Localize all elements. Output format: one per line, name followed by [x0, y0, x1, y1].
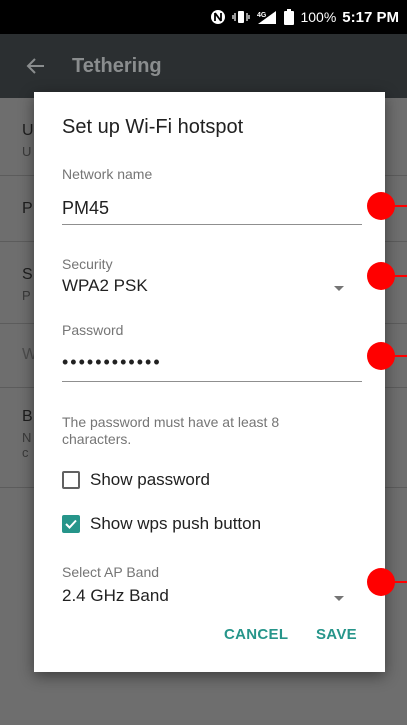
- battery-percent: 100%: [300, 9, 337, 25]
- ap-band-dropdown[interactable]: 2.4 GHz Band: [62, 582, 362, 612]
- show-wps-checkbox[interactable]: [62, 515, 80, 533]
- password-hint: The password must have at least 8 charac…: [62, 414, 280, 447]
- annotation-dot: [367, 342, 395, 370]
- checkmark-icon: [65, 519, 77, 529]
- signal-4g-icon: 4G: [256, 9, 278, 25]
- security-label: Security: [62, 256, 113, 272]
- network-name-input[interactable]: PM45: [62, 198, 109, 219]
- arrow-left-icon[interactable]: [0, 56, 72, 76]
- show-wps-label[interactable]: Show wps push button: [90, 514, 261, 534]
- password-input[interactable]: ••••••••••••: [62, 352, 162, 373]
- network-name-underline: [62, 224, 362, 225]
- security-dropdown[interactable]: WPA2 PSK: [62, 272, 362, 302]
- show-password-label[interactable]: Show password: [90, 470, 210, 490]
- annotation-dot: [367, 192, 395, 220]
- app-bar: Tethering: [0, 34, 407, 98]
- cancel-button[interactable]: CANCEL: [224, 626, 288, 643]
- password-underline: [62, 381, 362, 382]
- annotation-dot: [367, 568, 395, 596]
- battery-icon: [284, 9, 295, 25]
- chevron-down-icon: [334, 596, 344, 601]
- security-value: WPA2 PSK: [62, 276, 148, 295]
- save-button[interactable]: SAVE: [316, 626, 357, 643]
- dialog-title: Set up Wi-Fi hotspot: [62, 116, 244, 138]
- screen: 4G 100% 5:17 PM Tethering U U P S P W B: [0, 0, 407, 725]
- ap-band-label: Select AP Band: [62, 564, 160, 580]
- annotation-dot: [367, 262, 395, 290]
- password-label: Password: [62, 322, 124, 338]
- svg-text:4G: 4G: [257, 12, 267, 19]
- hotspot-setup-dialog: Set up Wi-Fi hotspot Network name PM45 S…: [34, 92, 385, 672]
- vibrate-icon: [232, 10, 251, 24]
- network-name-label: Network name: [62, 166, 153, 182]
- status-bar: 4G 100% 5:17 PM: [0, 0, 407, 34]
- page-title: Tethering: [72, 54, 162, 77]
- chevron-down-icon: [334, 286, 344, 291]
- clock: 5:17 PM: [342, 8, 399, 26]
- nfc-icon: [210, 9, 226, 25]
- ap-band-value: 2.4 GHz Band: [62, 586, 169, 605]
- show-password-checkbox[interactable]: [62, 471, 80, 489]
